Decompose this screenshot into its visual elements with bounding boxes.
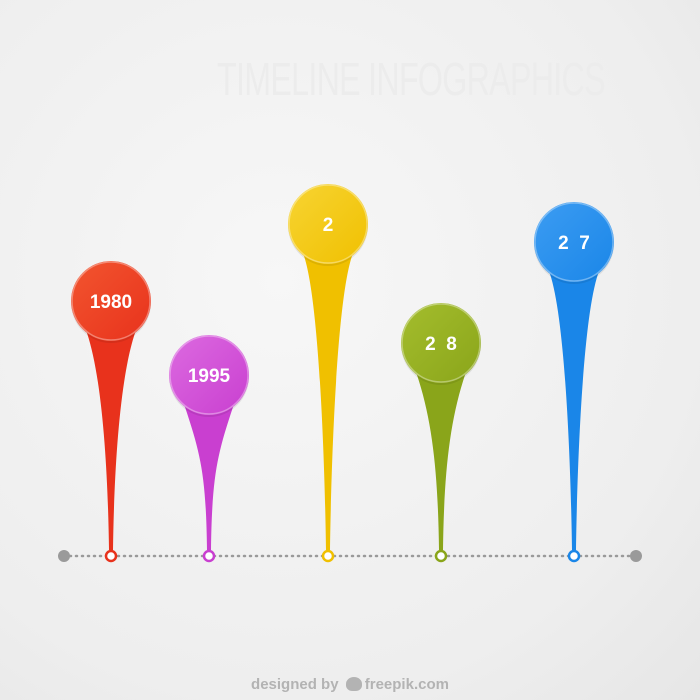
milestone-year: 1980 — [90, 292, 132, 313]
pin-stem — [550, 274, 598, 550]
pin-anchor-dot — [104, 549, 118, 563]
credit-brand: freepik.com — [364, 676, 449, 693]
milestone-year: 2 — [323, 215, 334, 236]
milestone-pin: 2 7 — [534, 202, 614, 563]
pin-anchor-dot — [321, 549, 335, 563]
credit-prefix: designed by — [251, 676, 339, 693]
credit: designed by freepik.com — [0, 676, 700, 693]
milestone-pin: 2 8 — [401, 303, 481, 563]
milestone-pin: 2 — [288, 184, 368, 563]
timeline-start-dot — [58, 550, 70, 562]
milestone-pin: 1980 — [71, 261, 151, 563]
milestone-year: 1995 — [188, 366, 231, 387]
pin-anchor-dot — [567, 549, 581, 563]
pin-stem — [87, 333, 135, 550]
pin-anchor-dot — [202, 549, 216, 563]
milestone-year: 2 7 — [558, 233, 590, 254]
milestone-pin: 1995 — [169, 335, 249, 563]
pin-anchor-dot — [434, 549, 448, 563]
milestone-year: 2 8 — [425, 334, 457, 355]
freepik-logo-icon — [345, 677, 362, 691]
pin-stem — [417, 375, 465, 550]
pin-stem — [185, 407, 233, 550]
timeline: 1980 1995 2 2 8 2 7 — [58, 184, 642, 563]
timeline-end-dot — [630, 550, 642, 562]
pin-stem — [304, 256, 352, 550]
